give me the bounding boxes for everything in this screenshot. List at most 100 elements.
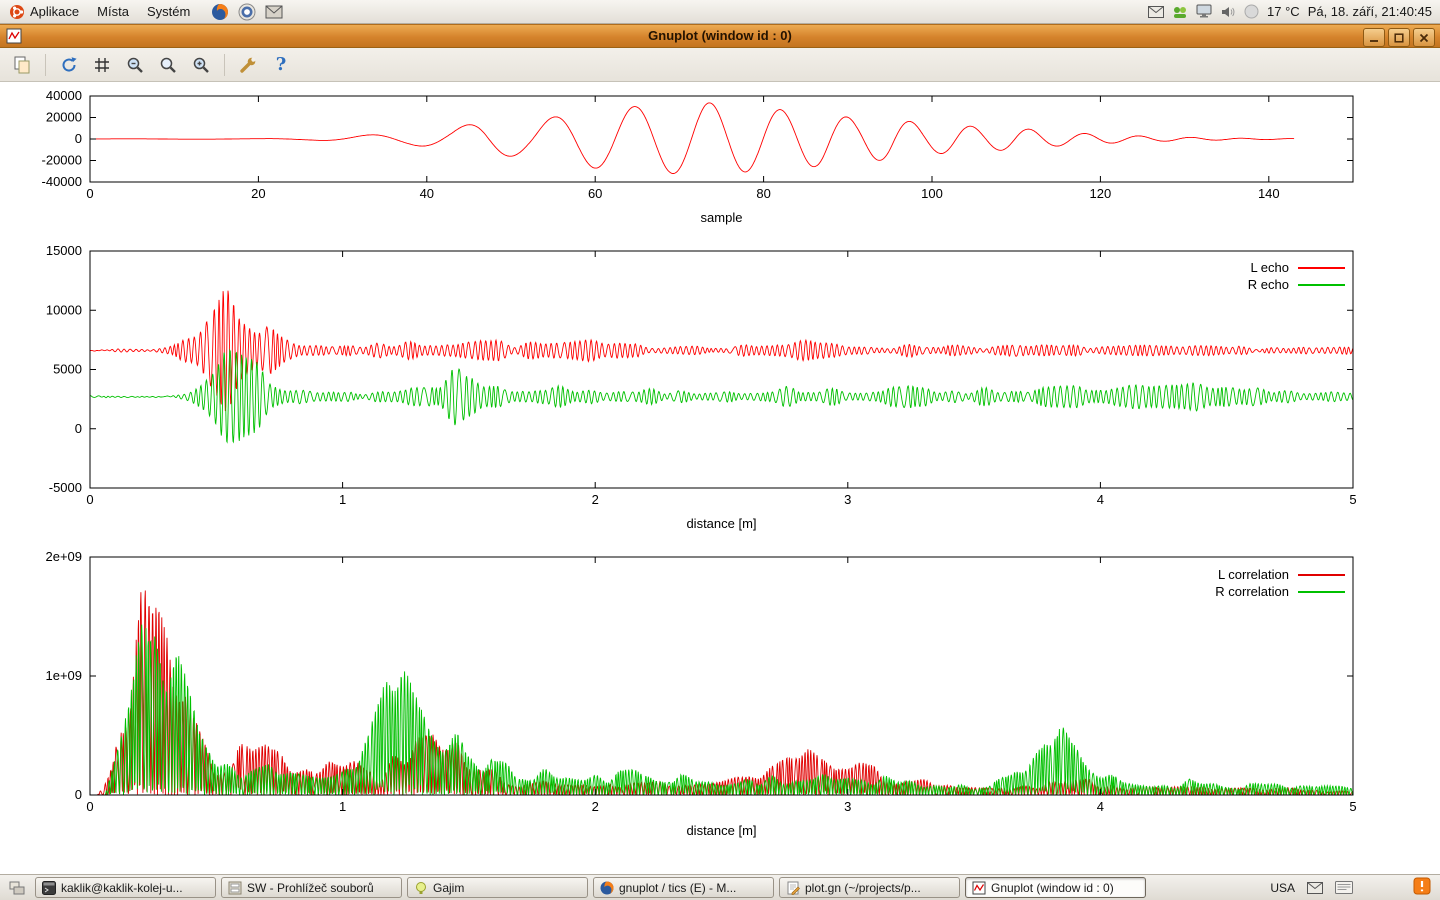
- keyboard-icon[interactable]: [1335, 881, 1353, 894]
- x-tick-label: 40: [420, 186, 434, 201]
- plot-border: [90, 251, 1353, 488]
- taskbar-tray: USA: [1270, 877, 1435, 898]
- taskbar-item-gajim[interactable]: Gajim: [407, 877, 588, 898]
- mail-icon[interactable]: [265, 5, 283, 19]
- x-tick-label: 4: [1097, 799, 1104, 814]
- window-title: Gnuplot (window id : 0): [0, 28, 1440, 43]
- menu-label-system: Systém: [147, 4, 190, 19]
- taskbar-item-label: gnuplot / tics (E) - M...: [619, 881, 736, 895]
- series-l-correlation: [90, 591, 1353, 796]
- x-tick-label: 0: [86, 799, 93, 814]
- temperature-indicator[interactable]: 17 °C: [1267, 4, 1300, 19]
- y-tick-label: 1e+09: [45, 668, 82, 683]
- menu-applications[interactable]: Aplikace: [0, 0, 88, 23]
- x-axis-label: distance [m]: [686, 823, 756, 838]
- y-tick-label: 0: [75, 421, 82, 436]
- x-tick-label: 2: [592, 799, 599, 814]
- menu-places[interactable]: Místa: [88, 0, 138, 23]
- maximize-icon: [1394, 33, 1404, 43]
- y-tick-label: -20000: [42, 153, 82, 168]
- x-tick-label: 0: [86, 492, 93, 507]
- x-tick-label: 80: [756, 186, 770, 201]
- display-icon[interactable]: [1196, 4, 1212, 19]
- configure-button[interactable]: [233, 51, 263, 79]
- close-icon: [1419, 33, 1429, 43]
- y-tick-label: 20000: [46, 110, 82, 125]
- grid-icon: [92, 55, 112, 75]
- legend-entry: R correlation: [1215, 583, 1345, 600]
- x-tick-label: 120: [1090, 186, 1112, 201]
- window-list: kaklik@kaklik-kolej-u... SW - Prohlížeč …: [35, 877, 1146, 898]
- y-tick-label: -5000: [49, 480, 82, 495]
- legend-label-l-echo: L echo: [1250, 260, 1289, 275]
- ubuntu-logo-icon: [9, 4, 25, 20]
- window-titlebar[interactable]: Gnuplot (window id : 0): [0, 24, 1440, 48]
- update-icon: [1413, 877, 1431, 895]
- x-tick-label: 0: [86, 186, 93, 201]
- replot-button[interactable]: [54, 51, 84, 79]
- legend-correlation: L correlation R correlation: [1215, 566, 1345, 600]
- taskbar-item-editor[interactable]: plot.gn (~/projects/p...: [779, 877, 960, 898]
- file-manager-icon: [228, 881, 242, 895]
- menu-system[interactable]: Systém: [138, 0, 199, 23]
- chart-signal: 020406080100120140-40000-200000200004000…: [0, 88, 1440, 238]
- taskbar-item-terminal[interactable]: kaklik@kaklik-kolej-u...: [35, 877, 216, 898]
- x-tick-label: 1: [339, 799, 346, 814]
- toolbar-separator: [45, 54, 46, 76]
- copy-icon: [12, 55, 32, 75]
- volume-icon[interactable]: [1220, 5, 1236, 19]
- firefox-icon[interactable]: [211, 3, 229, 21]
- x-axis-label: distance [m]: [686, 516, 756, 531]
- x-tick-label: 2: [592, 492, 599, 507]
- close-button[interactable]: [1413, 28, 1435, 47]
- firefox-icon: [600, 881, 614, 895]
- tray-mail-icon[interactable]: [1307, 882, 1323, 894]
- x-tick-label: 140: [1258, 186, 1280, 201]
- legend-echo: L echo R echo: [1248, 259, 1345, 293]
- gnuplot-canvas[interactable]: 020406080100120140-40000-200000200004000…: [0, 82, 1440, 874]
- maximize-button[interactable]: [1388, 28, 1410, 47]
- gnuplot-toolbar: ?: [0, 48, 1440, 82]
- toggle-grid-button[interactable]: [87, 51, 117, 79]
- taskbar-item-gnuplot[interactable]: Gnuplot (window id : 0): [965, 877, 1146, 898]
- users-icon[interactable]: [1172, 4, 1188, 20]
- gnome-top-panel: Aplikace Místa Systém 17 °C Pá, 18. září…: [0, 0, 1440, 24]
- gajim-icon: [414, 881, 428, 895]
- x-tick-label: 1: [339, 492, 346, 507]
- x-tick-label: 100: [921, 186, 943, 201]
- copy-to-clipboard-button[interactable]: [7, 51, 37, 79]
- zoom-next-button[interactable]: [186, 51, 216, 79]
- y-tick-label: 2e+09: [45, 549, 82, 564]
- show-desktop-button[interactable]: [5, 878, 29, 898]
- keyboard-layout-indicator[interactable]: USA: [1270, 881, 1295, 895]
- zoom-previous-button[interactable]: [120, 51, 150, 79]
- clock[interactable]: Pá, 18. září, 21:40:45: [1308, 4, 1432, 19]
- legend-label-r-echo: R echo: [1248, 277, 1289, 292]
- y-tick-label: 0: [75, 131, 82, 146]
- magnifier-next-icon: [191, 55, 211, 75]
- x-tick-label: 4: [1097, 492, 1104, 507]
- y-tick-label: 5000: [53, 362, 82, 377]
- taskbar-item-file-manager[interactable]: SW - Prohlížeč souborů: [221, 877, 402, 898]
- zoom-button[interactable]: [153, 51, 183, 79]
- taskbar-item-label: plot.gn (~/projects/p...: [805, 881, 921, 895]
- tray-mail-icon[interactable]: [1148, 6, 1164, 18]
- weather-icon[interactable]: [1244, 4, 1259, 19]
- panel-launchers: [211, 3, 283, 21]
- text-editor-icon: [786, 881, 800, 895]
- minimize-button[interactable]: [1363, 28, 1385, 47]
- series-signal: [90, 103, 1294, 174]
- plot-border: [90, 557, 1353, 795]
- taskbar-item-browser[interactable]: gnuplot / tics (E) - M...: [593, 877, 774, 898]
- minimize-icon: [1369, 33, 1379, 43]
- y-tick-label: 15000: [46, 243, 82, 258]
- y-tick-label: 10000: [46, 302, 82, 317]
- update-notifier[interactable]: [1413, 877, 1431, 898]
- help-icon[interactable]: [238, 3, 256, 21]
- help-button[interactable]: ?: [266, 51, 296, 79]
- series-r-correlation: [90, 625, 1353, 795]
- legend-line-sample: [1298, 284, 1345, 286]
- panel-menus: Aplikace Místa Systém: [0, 0, 283, 23]
- legend-label-r-correlation: R correlation: [1215, 584, 1289, 599]
- taskbar-item-label: kaklik@kaklik-kolej-u...: [61, 881, 183, 895]
